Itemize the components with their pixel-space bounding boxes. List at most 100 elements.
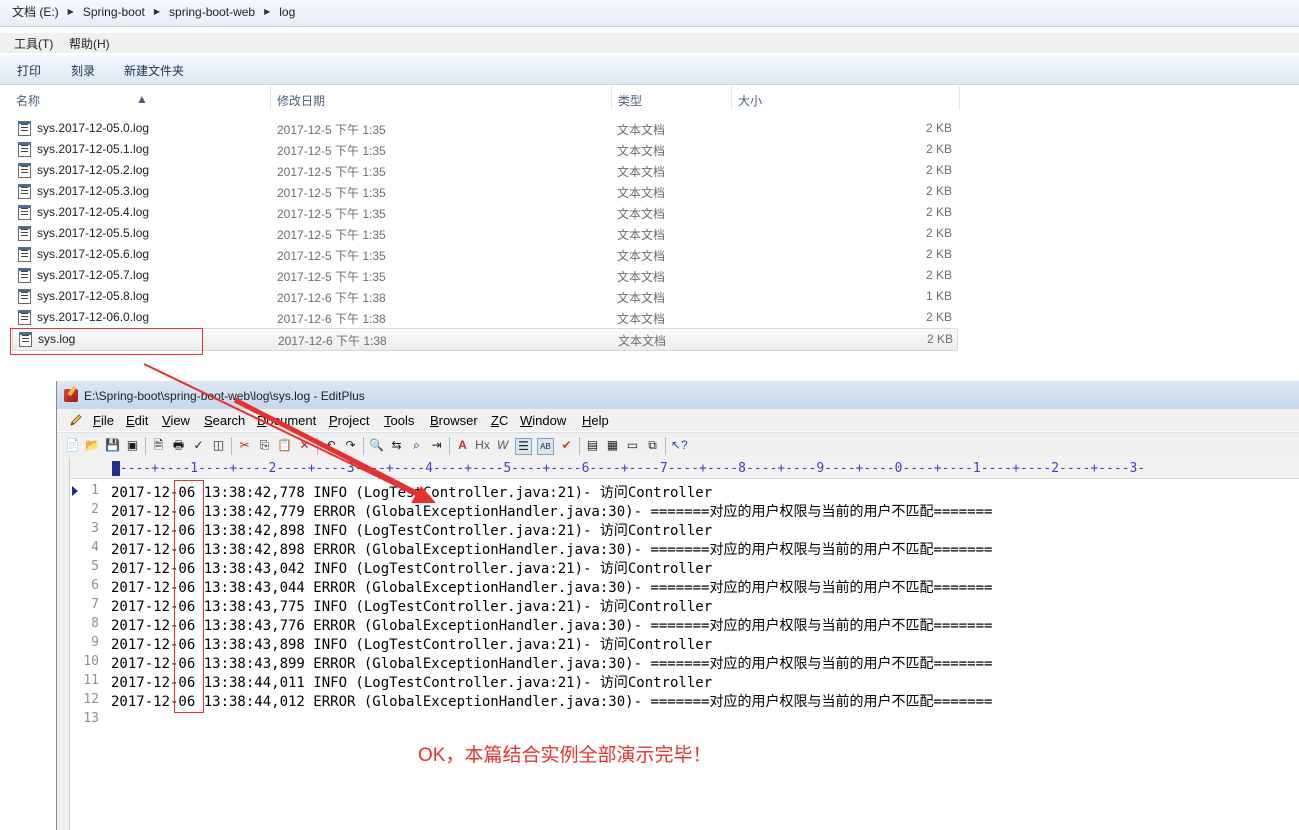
replace-icon[interactable]: ⇆ bbox=[389, 438, 404, 453]
font-icon[interactable]: A bbox=[455, 438, 470, 453]
column-name[interactable]: 名称 bbox=[16, 92, 40, 109]
spellcheck-icon[interactable]: ✓ bbox=[191, 438, 206, 453]
help-pointer-icon[interactable]: ↖? bbox=[671, 438, 688, 453]
breadcrumb-separator-icon[interactable]: ▶ bbox=[264, 7, 270, 16]
line-number: 5 bbox=[91, 559, 99, 574]
menu-item[interactable]: Document bbox=[257, 413, 316, 428]
file-name: sys.2017-12-05.4.log bbox=[37, 205, 150, 219]
code-line[interactable]: 10 2017-12-06 13:38:43,899 ERROR (GlobalE… bbox=[70, 653, 1299, 672]
column-date[interactable]: 修改日期 bbox=[277, 92, 325, 109]
code-line[interactable]: 7 2017-12-06 13:38:43,775 INFO (LogTestCo… bbox=[70, 596, 1299, 615]
burn-button[interactable]: 刻录 bbox=[71, 62, 95, 79]
breadcrumb-separator-icon[interactable]: ▶ bbox=[154, 7, 160, 16]
menu-item[interactable]: Search bbox=[204, 413, 245, 428]
code-line[interactable]: 2 2017-12-06 13:38:42,779 ERROR (GlobalEx… bbox=[70, 501, 1299, 520]
column-ruler: -----+----1----+----2----+----3----+----… bbox=[70, 458, 1299, 479]
column-type[interactable]: 类型 bbox=[618, 92, 642, 109]
copy-icon[interactable]: ⎘ bbox=[257, 438, 272, 453]
save-icon[interactable]: 💾 bbox=[105, 438, 120, 453]
code-line[interactable]: 1 2017-12-06 13:38:42,778 INFO (LogTestCo… bbox=[70, 482, 1299, 501]
file-row[interactable]: sys.2017-12-05.5.log 2017-12-5 下午 1:35 文本文… bbox=[12, 223, 956, 244]
fullscreen-icon[interactable]: ⧉ bbox=[645, 438, 660, 453]
cut-icon[interactable]: ✂ bbox=[237, 438, 252, 453]
new-folder-button[interactable]: 新建文件夹 bbox=[124, 62, 184, 79]
file-row[interactable]: sys.2017-12-05.8.log 2017-12-6 下午 1:38 文本文… bbox=[12, 286, 956, 307]
text-file-icon bbox=[18, 268, 31, 283]
file-name: sys.2017-12-06.0.log bbox=[37, 310, 150, 324]
file-row[interactable]: sys.2017-12-05.2.log 2017-12-5 下午 1:35 文本文… bbox=[12, 160, 956, 181]
menu-item[interactable]: File bbox=[93, 413, 114, 428]
file-size: 2 KB bbox=[925, 268, 952, 282]
menu-item[interactable]: Browser bbox=[430, 413, 478, 428]
text-file-icon bbox=[18, 142, 31, 157]
breadcrumb-item[interactable]: log bbox=[279, 5, 295, 19]
code-line[interactable]: 3 2017-12-06 13:38:42,898 INFO (LogTestCo… bbox=[70, 520, 1299, 539]
output-window-icon[interactable]: ▭ bbox=[625, 438, 640, 453]
directory-icon[interactable]: ▤ bbox=[585, 438, 600, 453]
hex-icon[interactable]: Hx bbox=[475, 438, 490, 453]
file-row[interactable]: sys.2017-12-06.0.log 2017-12-6 下午 1:38 文本文… bbox=[12, 307, 956, 328]
paste-icon[interactable]: 📋 bbox=[277, 438, 292, 453]
code-line[interactable]: 5 2017-12-06 13:38:43,042 INFO (LogTestCo… bbox=[70, 558, 1299, 577]
code-line[interactable]: 6 2017-12-06 13:38:43,044 ERROR (GlobalEx… bbox=[70, 577, 1299, 596]
cliptext-icon[interactable]: ▦ bbox=[605, 438, 620, 453]
find-in-files-icon[interactable]: ⌕ bbox=[409, 438, 424, 453]
menu-tools[interactable]: 工具(T) bbox=[14, 35, 53, 52]
new-file-icon[interactable]: 📄 bbox=[65, 438, 80, 453]
browser-icon[interactable]: ◫ bbox=[211, 438, 226, 453]
menu-item[interactable]: Edit bbox=[126, 413, 148, 428]
ruler-icon[interactable]: AB bbox=[537, 438, 554, 455]
file-row[interactable]: sys.2017-12-05.7.log 2017-12-5 下午 1:35 文本文… bbox=[12, 265, 956, 286]
print-button[interactable]: 打印 bbox=[17, 62, 41, 79]
code-line[interactable]: 13 bbox=[70, 710, 1299, 729]
column-size[interactable]: 大小 bbox=[738, 92, 762, 109]
editor-area[interactable]: -----+----1----+----2----+----3----+----… bbox=[57, 458, 1299, 830]
file-row[interactable]: sys.2017-12-05.0.log 2017-12-5 下午 1:35 文本文… bbox=[12, 118, 956, 139]
file-row[interactable]: sys.2017-12-05.6.log 2017-12-5 下午 1:35 文本文… bbox=[12, 244, 956, 265]
open-folder-icon[interactable]: 📂 bbox=[85, 438, 100, 453]
menu-item[interactable]: Help bbox=[582, 413, 609, 428]
breadcrumb-item[interactable]: 文档 (E:) bbox=[12, 3, 59, 20]
file-type: 文本文档 bbox=[617, 228, 666, 242]
file-date: 2017-12-5 下午 1:35 bbox=[277, 144, 386, 158]
menu-item[interactable]: Window bbox=[520, 413, 566, 428]
redo-icon[interactable]: ↷ bbox=[343, 438, 358, 453]
undo-icon[interactable]: ↶ bbox=[323, 438, 338, 453]
menu-item[interactable]: ZC bbox=[491, 413, 508, 428]
file-name: sys.2017-12-05.6.log bbox=[37, 247, 150, 261]
menu-item[interactable]: Project bbox=[329, 413, 369, 428]
code-line[interactable]: 9 2017-12-06 13:38:43,898 INFO (LogTestCo… bbox=[70, 634, 1299, 653]
code-line[interactable]: 8 2017-12-06 13:38:43,776 ERROR (GlobalEx… bbox=[70, 615, 1299, 634]
line-number: 1 bbox=[91, 483, 99, 498]
file-row[interactable]: sys.2017-12-05.3.log 2017-12-5 下午 1:35 文本文… bbox=[12, 181, 956, 202]
editplus-titlebar[interactable]: E:\Spring-boot\spring-boot-web\log\sys.l… bbox=[57, 381, 1299, 409]
address-bar[interactable]: 文档 (E:) ▶ Spring-boot ▶ spring-boot-web ▶ log bbox=[0, 0, 1299, 27]
goto-line-icon[interactable]: ⇥ bbox=[429, 438, 444, 453]
menu-help[interactable]: 帮助(H) bbox=[69, 35, 110, 52]
print-icon[interactable]: 🖶 bbox=[171, 438, 186, 453]
file-row[interactable]: sys.2017-12-05.4.log 2017-12-5 下午 1:35 文本文… bbox=[12, 202, 956, 223]
breadcrumb-item[interactable]: Spring-boot bbox=[83, 5, 145, 19]
delete-icon[interactable]: ✕ bbox=[297, 438, 312, 453]
code-line[interactable]: 12 2017-12-06 13:38:44,012 ERROR (GlobalE… bbox=[70, 691, 1299, 710]
menu-item[interactable]: Tools bbox=[384, 413, 414, 428]
editor-margin bbox=[57, 458, 70, 830]
line-number-icon[interactable]: ☰ bbox=[515, 438, 532, 455]
line-text: 2017-12-06 13:38:42,898 ERROR (GlobalExc… bbox=[111, 542, 993, 558]
breadcrumb-separator-icon[interactable]: ▶ bbox=[68, 7, 74, 16]
code-line[interactable]: 4 2017-12-06 13:38:42,898 ERROR (GlobalEx… bbox=[70, 539, 1299, 558]
menu-item[interactable]: View bbox=[162, 413, 190, 428]
file-row[interactable]: sys.2017-12-05.1.log 2017-12-5 下午 1:35 文本文… bbox=[12, 139, 956, 160]
find-icon[interactable]: 🔍 bbox=[369, 438, 384, 453]
file-size: 2 KB bbox=[925, 247, 952, 261]
print-preview-icon[interactable]: 🗎 bbox=[151, 438, 166, 453]
word-wrap-icon[interactable]: W bbox=[495, 438, 510, 453]
code-line[interactable]: 11 2017-12-06 13:38:44,011 INFO (LogTestC… bbox=[70, 672, 1299, 691]
breadcrumb-item[interactable]: spring-boot-web bbox=[169, 5, 255, 19]
ruler-text: -----+----1----+----2----+----3----+----… bbox=[112, 461, 1146, 476]
line-number: 3 bbox=[91, 521, 99, 536]
spell-check-mark-icon[interactable]: ✔ bbox=[559, 438, 574, 453]
file-name: sys.2017-12-05.5.log bbox=[37, 226, 150, 240]
file-type: 文本文档 bbox=[617, 207, 666, 221]
save-all-icon[interactable]: ▣ bbox=[125, 438, 140, 453]
